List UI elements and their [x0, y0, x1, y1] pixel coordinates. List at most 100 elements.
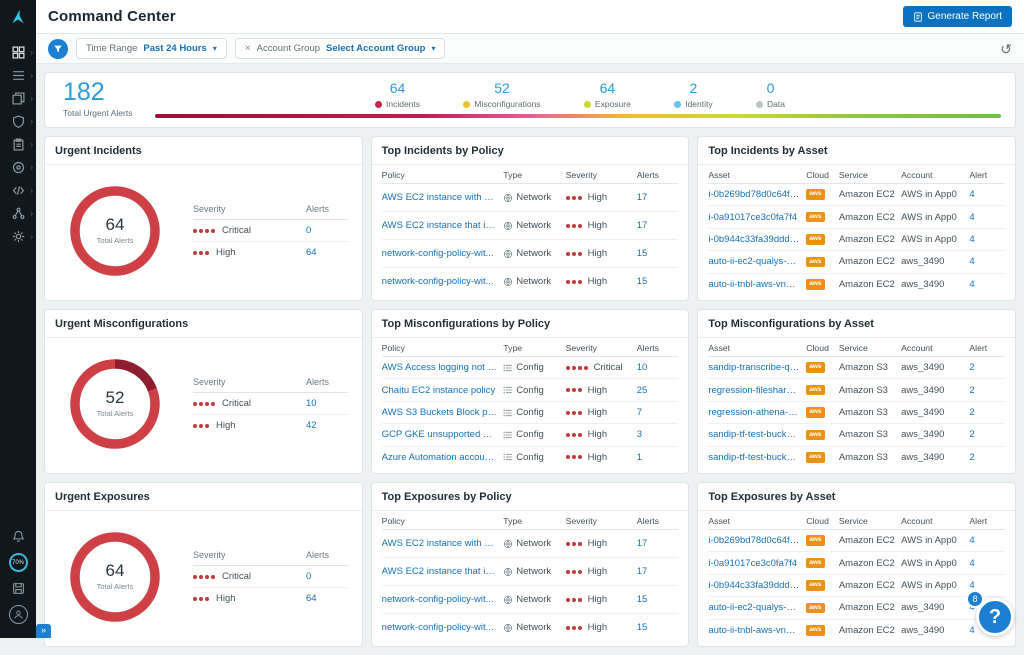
policy-link[interactable]: AWS EC2 instance with unr...: [382, 538, 498, 549]
critical-alerts-count[interactable]: 0: [306, 225, 348, 236]
policy-link[interactable]: AWS Access logging not en...: [382, 362, 498, 373]
alert-count-link[interactable]: 4: [969, 535, 974, 546]
alert-count-link[interactable]: 2: [969, 407, 974, 418]
asset-link[interactable]: i-0b269bd78d0c64fe8: [708, 535, 800, 546]
policy-link[interactable]: Azure Automation account ...: [382, 452, 498, 463]
alert-count-link[interactable]: 4: [969, 558, 974, 569]
asset-link[interactable]: auto-ii-ec2-qualys-up...: [708, 602, 800, 613]
alert-count-link[interactable]: 4: [969, 212, 974, 223]
sidebar-item-compliance[interactable]: ›: [0, 133, 36, 156]
alert-count-link[interactable]: 15: [637, 594, 648, 605]
filter-funnel-button[interactable]: [48, 39, 68, 59]
save-icon[interactable]: [12, 582, 25, 595]
asset-link[interactable]: sandip-tf-test-bucket-...: [708, 429, 800, 440]
policy-link[interactable]: AWS EC2 instance that is i...: [382, 220, 498, 231]
alert-count-link[interactable]: 25: [637, 385, 648, 396]
asset-link[interactable]: i-0a91017ce3c0fa7f4: [708, 212, 797, 223]
misconfigurations-donut-chart[interactable]: 52 Total Alerts: [65, 354, 165, 454]
sidebar-item-inventory[interactable]: ›: [0, 156, 36, 179]
asset-link[interactable]: auto-ii-tnbl-aws-vnbo...: [708, 625, 800, 636]
asset-link[interactable]: i-0b944c33fa39ddd69: [708, 580, 800, 591]
alert-count-cell: 4: [969, 558, 1005, 569]
alert-count-link[interactable]: 4: [969, 279, 974, 290]
alert-count-link[interactable]: 17: [637, 220, 648, 231]
close-icon[interactable]: ×: [245, 43, 251, 54]
sidebar-expand-tab[interactable]: »: [36, 624, 51, 638]
exposures-donut-chart[interactable]: 64 Total Alerts: [65, 527, 165, 627]
table-row: i-0b944c33fa39ddd69awsAmazon EC2AWS in A…: [708, 575, 1005, 597]
card-header: Top Misconfigurations by Asset: [698, 310, 1015, 338]
alert-count-link[interactable]: 4: [969, 234, 974, 245]
policy-link[interactable]: network-config-policy-wit...: [382, 622, 494, 633]
asset-link[interactable]: auto-ii-ec2-qualys-up...: [708, 256, 800, 267]
alert-count-link[interactable]: 2: [969, 429, 974, 440]
service-value: Amazon EC2: [839, 212, 901, 223]
account-value: AWS in App0: [901, 580, 969, 591]
sidebar-footer: 70%: [9, 530, 28, 638]
sidebar-item-network[interactable]: ›: [0, 202, 36, 225]
notification-count-badge[interactable]: 8: [966, 590, 984, 608]
stat-identity[interactable]: 2 Identity: [674, 81, 712, 109]
reset-filters-button[interactable]: ↺: [1000, 42, 1012, 56]
time-range-filter[interactable]: Time Range Past 24 Hours ▾: [76, 38, 227, 59]
policy-link[interactable]: network-config-policy-wit...: [382, 276, 494, 287]
asset-link[interactable]: i-0a91017ce3c0fa7f4: [708, 558, 797, 569]
high-alerts-count[interactable]: 64: [306, 593, 348, 604]
critical-alerts-count[interactable]: 10: [306, 398, 348, 409]
stat-data[interactable]: 0 Data: [756, 81, 785, 109]
alert-count-link[interactable]: 2: [969, 362, 974, 373]
profile-avatar-icon[interactable]: [9, 605, 28, 624]
asset-link[interactable]: i-0b944c33fa39ddd69: [708, 234, 800, 245]
alert-count-link[interactable]: 4: [969, 189, 974, 200]
alert-count-link[interactable]: 15: [637, 622, 648, 633]
high-alerts-count[interactable]: 42: [306, 420, 348, 431]
legend-alerts-header: Alerts: [306, 204, 348, 214]
app-logo[interactable]: [9, 8, 27, 31]
sidebar-item-alerts[interactable]: ›: [0, 64, 36, 87]
notifications-bell-icon[interactable]: [12, 530, 25, 543]
alert-count-link[interactable]: 3: [637, 429, 642, 440]
table-row: i-0a91017ce3c0fa7f4awsAmazon EC2AWS in A…: [708, 206, 1005, 228]
alert-count-link[interactable]: 10: [637, 362, 648, 373]
alert-count-link[interactable]: 2: [969, 385, 974, 396]
usage-gauge[interactable]: 70%: [9, 553, 28, 572]
policy-link[interactable]: AWS EC2 instance that is i...: [382, 566, 498, 577]
sidebar-item-investigate[interactable]: ›: [0, 87, 36, 110]
asset-link[interactable]: regression-fileshare2...: [708, 385, 800, 396]
alert-count-link[interactable]: 17: [637, 538, 648, 549]
alert-count-link[interactable]: 15: [637, 248, 648, 259]
policy-link[interactable]: AWS S3 Buckets Block publ...: [382, 407, 498, 418]
alert-count-link[interactable]: 4: [969, 625, 974, 636]
policy-link[interactable]: network-config-policy-wit...: [382, 248, 494, 259]
alert-count-link[interactable]: 4: [969, 256, 974, 267]
asset-link[interactable]: sandip-transcribe-qhr...: [708, 362, 800, 373]
asset-link[interactable]: i-0b269bd78d0c64fe8: [708, 189, 800, 200]
account-group-filter[interactable]: × Account Group Select Account Group ▾: [235, 38, 446, 59]
stat-incidents[interactable]: 64 Incidents: [375, 81, 420, 109]
alert-count-link[interactable]: 1: [637, 452, 642, 463]
asset-link[interactable]: sandip-tf-test-bucket-...: [708, 452, 800, 463]
asset-link[interactable]: auto-ii-tnbl-aws-vnbo...: [708, 279, 800, 290]
policy-link[interactable]: AWS EC2 instance with unr...: [382, 192, 498, 203]
alert-count-link[interactable]: 7: [637, 407, 642, 418]
policy-link[interactable]: GCP GKE unsupported Ma...: [382, 429, 498, 440]
account-value: aws_3490: [901, 385, 969, 396]
sidebar-item-dashboard[interactable]: ›: [0, 41, 36, 64]
high-alerts-count[interactable]: 64: [306, 247, 348, 258]
alert-count-link[interactable]: 17: [637, 192, 648, 203]
sidebar-item-code-security[interactable]: ›: [0, 179, 36, 202]
alert-count-link[interactable]: 17: [637, 566, 648, 577]
policy-link[interactable]: Chaitu EC2 instance policy: [382, 385, 496, 396]
incidents-donut-chart[interactable]: 64 Total Alerts: [65, 181, 165, 281]
column-header-severity: Severity: [566, 170, 637, 180]
stat-exposure[interactable]: 64 Exposure: [584, 81, 631, 109]
sidebar-item-policies[interactable]: ›: [0, 110, 36, 133]
asset-link[interactable]: regression-athena-41...: [708, 407, 800, 418]
policy-link[interactable]: network-config-policy-wit...: [382, 594, 494, 605]
alert-count-link[interactable]: 15: [637, 276, 648, 287]
generate-report-button[interactable]: Generate Report: [903, 6, 1013, 27]
alert-count-link[interactable]: 2: [969, 452, 974, 463]
sidebar-item-settings[interactable]: ›: [0, 225, 36, 248]
stat-misconfigurations[interactable]: 52 Misconfigurations: [463, 81, 540, 109]
critical-alerts-count[interactable]: 0: [306, 571, 348, 582]
